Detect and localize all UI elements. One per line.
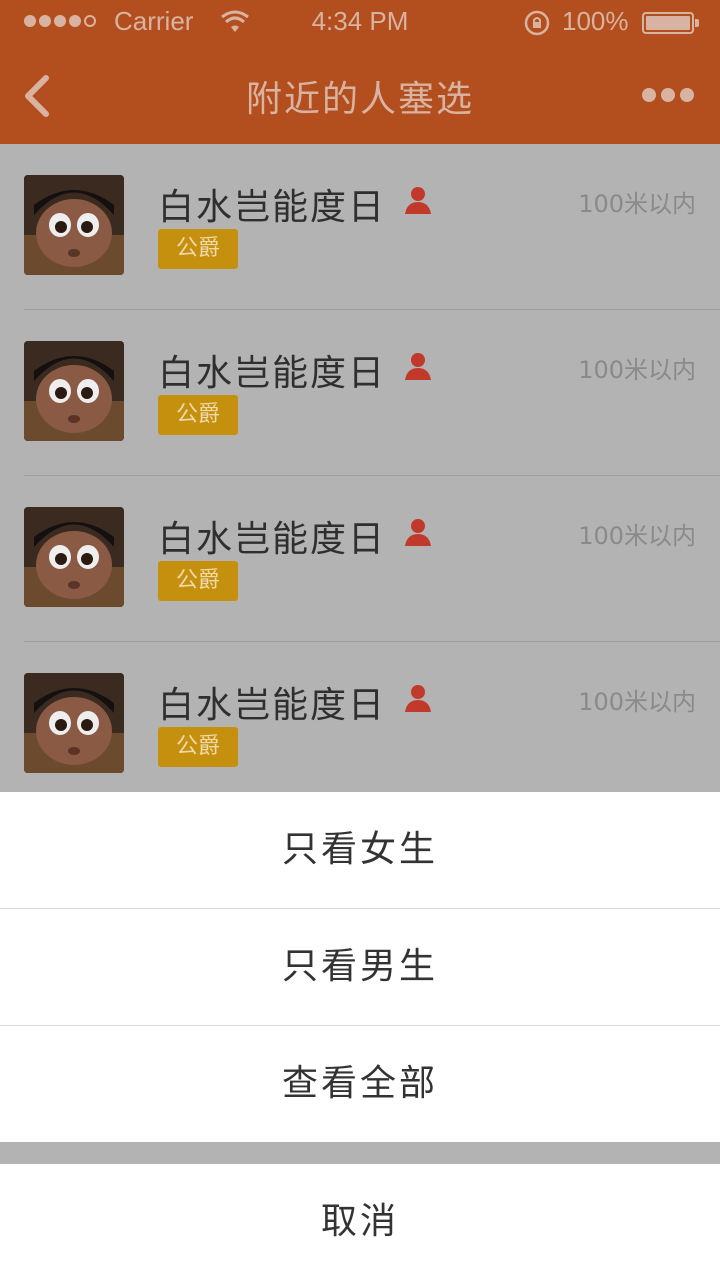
female-icon [405, 187, 431, 214]
person-name: 白水岂能度日 [158, 685, 387, 726]
cancel-button[interactable]: 取消 [0, 1164, 720, 1280]
option-male-only[interactable]: 只看男生 [0, 909, 720, 1025]
distance-label: 100米以内 [578, 356, 696, 384]
list-item[interactable]: 白水岂能度日 100米以内 公爵 [0, 144, 720, 310]
rotation-lock-icon [524, 10, 550, 36]
female-icon [405, 519, 431, 546]
more-dots-icon[interactable] [642, 88, 694, 102]
person-name: 白水岂能度日 [158, 519, 387, 560]
nearby-people-list: 白水岂能度日 100米以内 公爵 白水岂能度日 100米以内 公爵 白水岂能度日… [0, 144, 720, 808]
list-item[interactable]: 白水岂能度日 100米以内 公爵 [0, 642, 720, 808]
option-show-all[interactable]: 查看全部 [0, 1026, 720, 1142]
rank-badge: 公爵 [158, 561, 238, 601]
female-icon [405, 685, 431, 712]
distance-label: 100米以内 [578, 688, 696, 716]
status-bar: Carrier 4:34 PM 100% [0, 0, 720, 44]
distance-label: 100米以内 [578, 190, 696, 218]
rank-badge: 公爵 [158, 395, 238, 435]
person-name: 白水岂能度日 [158, 187, 387, 228]
list-item[interactable]: 白水岂能度日 100米以内 公爵 [0, 310, 720, 476]
rank-badge: 公爵 [158, 229, 238, 269]
rank-badge: 公爵 [158, 727, 238, 767]
page-title: 附近的人塞选 [245, 79, 474, 120]
list-item[interactable]: 白水岂能度日 100米以内 公爵 [0, 476, 720, 642]
battery-percent: 100% [562, 6, 629, 36]
distance-label: 100米以内 [578, 522, 696, 550]
filter-action-sheet: 只看女生 只看男生 查看全部 取消 [0, 792, 720, 1280]
person-name: 白水岂能度日 [158, 353, 387, 394]
battery-icon [642, 12, 699, 34]
option-female-only[interactable]: 只看女生 [0, 792, 720, 908]
avatar [24, 175, 124, 275]
female-icon [405, 353, 431, 380]
nav-header: Carrier 4:34 PM 100% 附近的人塞选 [0, 0, 720, 144]
avatar [24, 673, 124, 773]
avatar [24, 507, 124, 607]
avatar [24, 341, 124, 441]
sheet-gap [0, 1142, 720, 1164]
